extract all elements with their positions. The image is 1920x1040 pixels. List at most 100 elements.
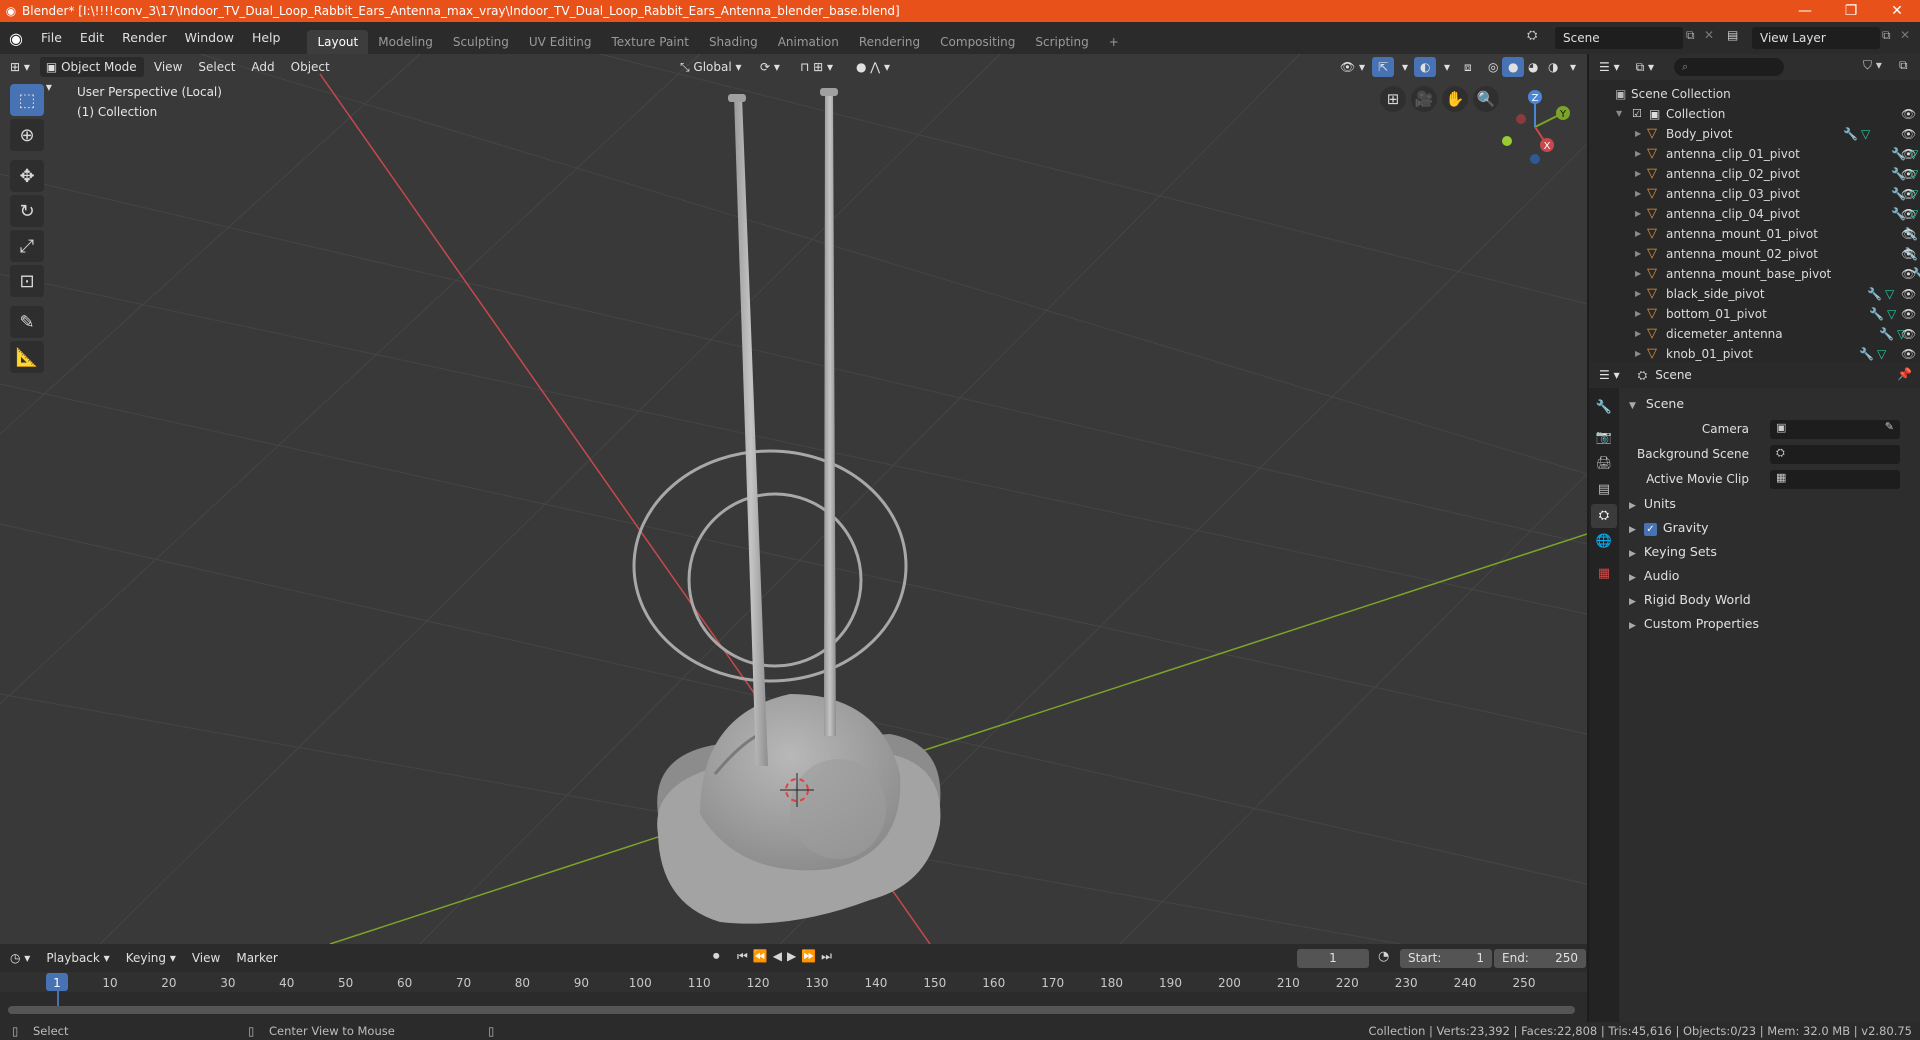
section-units[interactable]: ▶ Units — [1629, 496, 1676, 511]
tab-animation[interactable]: Animation — [768, 30, 849, 54]
scale-tool-icon[interactable]: ⤢ — [10, 230, 44, 262]
visibility-eye-icon[interactable]: 👁 — [1901, 284, 1916, 304]
xray-icon[interactable]: ⧈ — [1458, 57, 1478, 77]
maximize-button[interactable]: ❐ — [1828, 3, 1874, 19]
texture-tab-icon[interactable]: ▦ — [1591, 562, 1617, 586]
mesh-data-icon[interactable]: ▽ — [1887, 304, 1896, 324]
visibility-eye-icon[interactable]: 👁 — [1901, 244, 1916, 264]
tab-shading[interactable]: Shading — [699, 30, 768, 54]
menu-edit[interactable]: Edit — [71, 22, 113, 54]
collection-checkbox-icon[interactable]: ☑ — [1632, 104, 1642, 124]
collection-row[interactable]: ▼ ☑ ▣ Collection 👁 — [1589, 104, 1920, 124]
mode-selector[interactable]: ▣ Object Mode ▾ — [39, 57, 144, 94]
record-button[interactable]: ⏺ — [713, 949, 720, 964]
outliner-search-input[interactable]: ⌕ — [1674, 58, 1785, 76]
cursor-tool-icon[interactable]: ⊕ — [10, 119, 44, 151]
outliner-item-antenna-clip-02-pivot[interactable]: ▶ ▽ antenna_clip_02_pivot 🔧 ▽ 👁 — [1589, 164, 1920, 184]
eyedropper-icon[interactable]: ✎ — [1885, 420, 1894, 433]
expand-item-icon[interactable]: ▶ — [1635, 284, 1641, 304]
outliner-item-antenna-mount-02-pivot[interactable]: ▶▽antenna_mount_02_pivot🔧▽👁 — [1589, 244, 1920, 264]
outliner-item-antenna-mount-01-pivot[interactable]: ▶▽antenna_mount_01_pivot🔧▽👁 — [1589, 224, 1920, 244]
modifier-icon[interactable]: 🔧 — [1867, 284, 1882, 304]
mesh-data-icon[interactable]: ▽ — [1861, 124, 1870, 144]
pin-icon[interactable]: 📌 — [1897, 367, 1912, 381]
rendered-shading-icon[interactable]: ◑ — [1542, 57, 1564, 77]
transform-tool-icon[interactable]: ⊡ — [10, 265, 44, 297]
new-view-layer-icon[interactable]: ⧉ — [1882, 28, 1891, 43]
visibility-eye-icon[interactable]: 👁 — [1901, 164, 1916, 184]
camera-view-icon[interactable]: 🎥 — [1411, 86, 1437, 112]
move-tool-icon[interactable]: ✥ — [10, 160, 44, 192]
tab-modeling[interactable]: Modeling — [368, 30, 443, 54]
visibility-eye-icon[interactable]: 👁 — [1901, 264, 1916, 284]
active-movie-clip-field[interactable]: ▦ — [1770, 470, 1900, 489]
expand-item-icon[interactable]: ▶ — [1635, 164, 1641, 184]
menu-select[interactable]: Select — [192, 57, 241, 77]
tool-tab-icon[interactable]: 🔧 — [1591, 396, 1617, 420]
outliner-item-knob-01-pivot[interactable]: ▶ ▽ knob_01_pivot 🔧 ▽ 👁 — [1589, 344, 1920, 362]
menu-keying[interactable]: Keying ▾ — [120, 948, 182, 968]
zoom-view-icon[interactable]: 🔍 — [1473, 86, 1499, 112]
gravity-checkbox[interactable]: ✓ — [1643, 523, 1657, 536]
visibility-eye-icon[interactable]: 👁 — [1901, 324, 1916, 344]
outliner-item-black-side-pivot[interactable]: ▶ ▽ black_side_pivot 🔧 ▽ 👁 — [1589, 284, 1920, 304]
gizmo-toggle-icon[interactable]: ⇱ — [1372, 57, 1395, 77]
menu-marker[interactable]: Marker — [230, 948, 283, 968]
expand-item-icon[interactable]: ▶ — [1635, 264, 1641, 284]
scene-tab-icon[interactable]: ⛭ — [1591, 504, 1617, 528]
filter-icon[interactable]: ⛉ ▾ — [1863, 58, 1882, 73]
delete-view-layer-icon[interactable]: ✕ — [1900, 28, 1910, 42]
scene-collection-row[interactable]: ▣ Scene Collection — [1589, 84, 1920, 104]
tab-scripting[interactable]: Scripting — [1025, 30, 1098, 54]
scene-selector[interactable]: Scene — [1555, 27, 1683, 49]
tab-rendering[interactable]: Rendering — [849, 30, 930, 54]
visibility-eye-icon[interactable]: 👁 — [1901, 204, 1916, 224]
playback-controls[interactable]: ⏮⏪◀▶⏩⏭ — [737, 949, 837, 964]
snap-icon[interactable]: ⊓ ⊞ ▾ — [794, 57, 839, 77]
expand-item-icon[interactable]: ▶ — [1635, 224, 1641, 244]
view-layer-tab-icon[interactable]: ▤ — [1591, 478, 1617, 502]
background-scene-field[interactable]: ⛭ — [1770, 445, 1900, 464]
modifier-icon[interactable]: 🔧 — [1843, 124, 1858, 144]
tab-layout[interactable]: Layout — [307, 30, 369, 54]
menu-object[interactable]: Object — [285, 57, 336, 77]
current-frame-field[interactable]: 1 — [1297, 949, 1369, 968]
menu-view[interactable]: View — [148, 57, 188, 77]
pivot-icon[interactable]: ⟳ ▾ — [754, 57, 786, 77]
menu-file[interactable]: File — [32, 22, 71, 54]
menu-add[interactable]: Add — [245, 57, 280, 77]
properties-editor-type-icon[interactable]: ☰ ▾ — [1593, 365, 1626, 385]
minimize-button[interactable]: — — [1782, 3, 1828, 19]
pan-view-icon[interactable]: ✋ — [1442, 86, 1468, 112]
tab-sculpting[interactable]: Sculpting — [443, 30, 519, 54]
tab-uv-editing[interactable]: UV Editing — [519, 30, 602, 54]
mesh-data-icon[interactable]: ▽ — [1885, 284, 1894, 304]
scene-panel-header[interactable]: ▼ Scene — [1629, 396, 1684, 411]
3d-viewport[interactable]: ⊞ ▾ ▣ Object Mode ▾ View Select Add Obje… — [0, 54, 1587, 944]
new-collection-icon[interactable]: ⧉ — [1899, 58, 1908, 73]
navigation-gizmo[interactable]: Z Y X — [1495, 87, 1575, 167]
collection-visibility-icon[interactable]: 👁 — [1901, 104, 1916, 124]
section-audio[interactable]: ▶ Audio — [1629, 568, 1679, 583]
expand-item-icon[interactable]: ▶ — [1635, 124, 1641, 144]
render-tab-icon[interactable]: 📷 — [1591, 426, 1617, 450]
tab-texture-paint[interactable]: Texture Paint — [602, 30, 699, 54]
view-layer-selector[interactable]: View Layer — [1752, 27, 1880, 49]
menu-render[interactable]: Render — [113, 22, 176, 54]
expand-item-icon[interactable]: ▶ — [1635, 304, 1641, 324]
display-mode-icon[interactable]: ⧉ ▾ — [1630, 57, 1660, 77]
frame-clock-icon[interactable]: ◔ — [1378, 949, 1389, 964]
tab-compositing[interactable]: Compositing — [930, 30, 1025, 54]
output-tab-icon[interactable]: 🖨 — [1591, 452, 1617, 476]
blender-menu-icon[interactable]: ◉ — [0, 29, 32, 48]
orientation-selector[interactable]: ⤡ Global ▾ — [674, 57, 748, 77]
expand-item-icon[interactable]: ▶ — [1635, 344, 1641, 362]
mesh-data-icon[interactable]: ▽ — [1877, 344, 1886, 362]
end-frame-field[interactable]: End: 250 — [1494, 949, 1586, 968]
menu-timeline-view[interactable]: View — [186, 948, 226, 968]
section-rigid-body-world[interactable]: ▶ Rigid Body World — [1629, 592, 1751, 607]
expand-item-icon[interactable]: ▶ — [1635, 144, 1641, 164]
menu-playback[interactable]: Playback ▾ — [40, 948, 115, 968]
menu-window[interactable]: Window — [176, 22, 243, 54]
gizmo-neg-y-icon[interactable] — [1502, 136, 1512, 146]
